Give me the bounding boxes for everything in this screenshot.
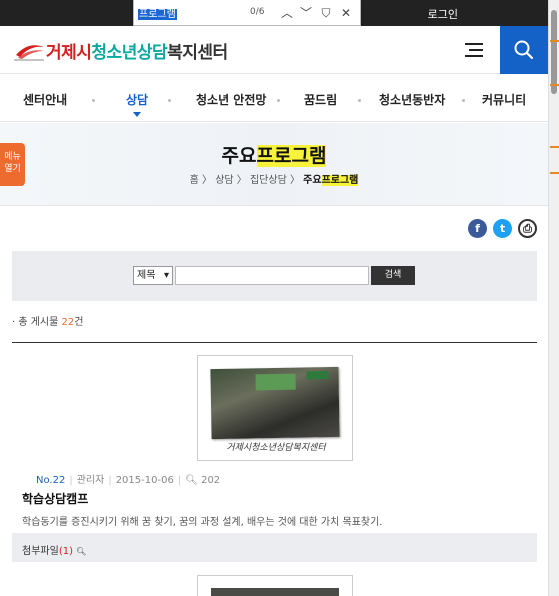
nav-separator [358,99,361,102]
list-divider [12,342,537,343]
post-meta: No.22 | 관리자 | 2015-10-06 | 🔍︎ 202 [36,475,221,486]
attachment-search-icon: 🔍︎ [76,547,87,556]
nav-item-youth-safety-net[interactable]: 청소년 안전망 [196,91,266,108]
find-previous-icon[interactable]: ︿ [279,5,295,21]
breadcrumb-current: 주요프로그램 [303,175,359,186]
find-input[interactable]: 프로그램 [138,5,248,21]
nav-separator [462,99,465,102]
menu-hamburger-icon[interactable] [465,43,483,57]
find-in-page-bar: 프로그램 0/6 ︿ ﹀ ⛉ ✕ [133,0,361,26]
nav-item-youth-companion[interactable]: 청소년동반자 [379,91,445,108]
breadcrumb-counseling[interactable]: 상담 [215,175,233,186]
post-date: 2015-10-06 [115,475,174,486]
facebook-share-icon[interactable]: f [468,219,487,238]
find-close-icon[interactable]: ✕ [338,5,354,21]
site-logo[interactable]: 거제시청소년상담복지센터 [14,39,228,63]
post-photo [210,366,340,440]
vertical-scrollbar[interactable] [548,0,559,596]
find-match-marker [550,84,559,86]
post-author: 관리자 [76,475,105,486]
search-field-select[interactable]: 제목 [133,266,173,285]
find-match-marker [550,146,559,148]
find-match-marker [550,172,559,174]
active-nav-caret-icon [133,112,141,117]
nav-separator [92,99,95,102]
total-post-count: · 총 게시물 22건 [12,317,84,328]
attachment-label: 첨부파일(1) 🔍︎ [22,546,87,557]
find-filter-icon[interactable]: ⛉ [318,5,334,21]
post-title[interactable]: 학습상담캠프 [22,490,88,507]
login-link[interactable]: 로그인 [428,6,458,22]
search-icon [514,40,534,60]
search-keyword-input[interactable] [175,266,369,285]
logo-text: 거제시청소년상담복지센터 [46,42,228,63]
next-post-thumbnail[interactable] [197,575,353,596]
find-match-marker [550,40,559,42]
nav-item-center-info[interactable]: 센터안내 [23,91,67,108]
attachment-bar[interactable]: 첨부파일(1) 🔍︎ [12,533,537,562]
nav-separator [168,99,171,102]
find-next-icon[interactable]: ﹀ [298,5,314,21]
breadcrumb-home[interactable]: 홈 [190,175,199,186]
nav-item-counseling[interactable]: 상담 [126,91,148,108]
page-title: 주요프로그램 [221,145,327,167]
board-search-box: 제목 검색 [12,251,537,301]
search-button[interactable]: 검색 [371,266,415,285]
breadcrumb-group-counseling[interactable]: 집단상담 [250,175,287,186]
nav-item-dreamdrim[interactable]: 꿈드림 [304,91,337,108]
header-search-button[interactable] [500,26,548,74]
photo-caption: 거제시청소년상담복지센터 [226,443,326,453]
find-match-count: 0/6 [250,7,265,17]
nav-separator [277,99,280,102]
views-icon: 🔍︎ [185,475,198,486]
breadcrumb: 홈 〉 상담 〉 집단상담 〉 주요프로그램 [189,175,359,186]
print-icon[interactable]: ⎙ [518,219,537,238]
post-thumbnail[interactable]: 거제시청소년상담복지센터 [197,355,353,461]
site-header: 거제시청소년상담복지센터 [0,26,548,74]
nav-item-community[interactable]: 커뮤니티 [482,91,526,108]
twitter-share-icon[interactable]: t [493,219,512,238]
scrollbar-thumb[interactable] [551,10,557,94]
logo-mark-icon [14,39,46,61]
main-navigation: 센터안내 상담 청소년 안전망 꿈드림 청소년동반자 커뮤니티 [0,74,548,122]
post-views: 202 [201,475,221,486]
post-number: No.22 [36,475,66,486]
post-description: 학습동기를 증진시키기 위해 꿈 찾기, 꿈의 과정 설계, 배우는 것에 대한… [22,517,383,528]
